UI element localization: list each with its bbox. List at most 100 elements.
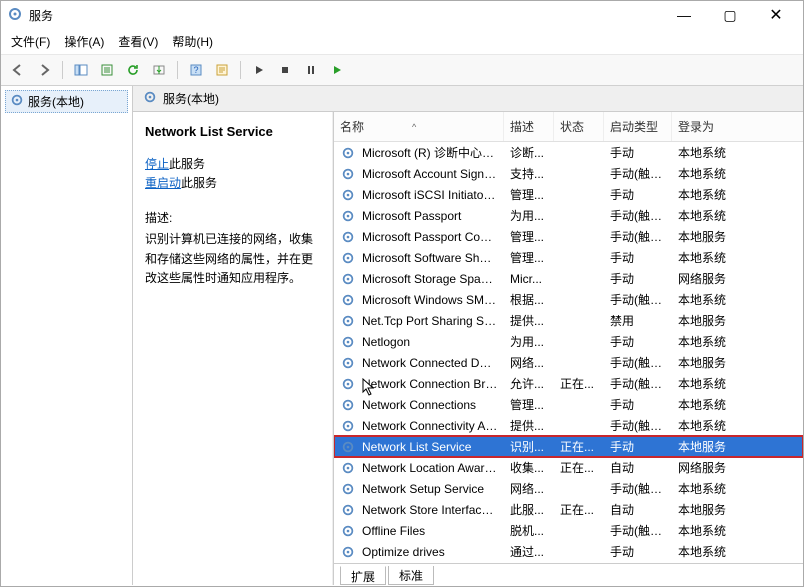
cell-name: Microsoft Windows SMS ... <box>356 293 504 307</box>
tab-standard[interactable]: 标准 <box>388 566 434 585</box>
toolbar-separator <box>177 61 178 79</box>
cell-desc: 通过... <box>504 543 554 560</box>
cell-name: Network Connectivity Ass... <box>356 419 504 433</box>
service-row[interactable]: Network Location Aware...收集...正在...自动网络服… <box>334 457 803 478</box>
service-row[interactable]: Microsoft (R) 诊断中心标...诊断...手动本地系统 <box>334 142 803 163</box>
stop-link[interactable]: 停止 <box>145 157 169 171</box>
cell-desc: 管理... <box>504 228 554 245</box>
cell-start: 手动 <box>604 144 672 161</box>
service-row[interactable]: Network Setup Service网络...手动(触发...本地系统 <box>334 478 803 499</box>
view-tabs: 扩展 标准 <box>334 563 803 585</box>
service-row[interactable]: Net.Tcp Port Sharing Ser...提供...禁用本地服务 <box>334 310 803 331</box>
col-header-status[interactable]: 状态 <box>554 112 604 141</box>
gear-icon <box>334 419 356 433</box>
cell-start: 自动 <box>604 501 672 518</box>
service-row[interactable]: Microsoft Account Sign-i...支持...手动(触发...… <box>334 163 803 184</box>
cell-desc: 脱机... <box>504 522 554 539</box>
restart-link[interactable]: 重启动 <box>145 176 181 190</box>
cell-logon: 本地系统 <box>672 396 738 413</box>
service-row[interactable]: Network Connection Bro...允许...正在...手动(触发… <box>334 373 803 394</box>
properties-button[interactable] <box>211 59 233 81</box>
selected-service-title: Network List Service <box>145 122 320 143</box>
service-row[interactable]: Microsoft Passport Cont...管理...手动(触发...本… <box>334 226 803 247</box>
detail-pane: Network List Service 停止此服务 重启动此服务 描述: 识别… <box>133 112 333 585</box>
cell-logon: 本地系统 <box>672 186 738 203</box>
panel-header: 服务(本地) <box>133 86 803 112</box>
menu-view[interactable]: 查看(V) <box>118 33 158 50</box>
cell-name: Offline Files <box>356 524 504 538</box>
menu-action[interactable]: 操作(A) <box>64 33 104 50</box>
help-button[interactable]: ? <box>185 59 207 81</box>
cell-desc: Micr... <box>504 272 554 286</box>
description-text: 识别计算机已连接的网络，收集和存储这些网络的属性，并在更改这些属性时通知应用程序… <box>145 230 320 288</box>
service-row[interactable]: Network Store Interface ...此服...正在...自动本… <box>334 499 803 520</box>
cell-logon: 本地系统 <box>672 207 738 224</box>
column-headers: 名称^ 描述 状态 启动类型 登录为 <box>334 112 803 142</box>
cell-name: Network List Service <box>356 440 504 454</box>
cell-logon: 本地服务 <box>672 501 738 518</box>
back-button[interactable] <box>7 59 29 81</box>
cell-logon: 本地系统 <box>672 543 738 560</box>
cell-logon: 本地系统 <box>672 144 738 161</box>
maximize-button[interactable]: ▢ <box>707 1 753 29</box>
service-row[interactable]: Network List Service识别...正在...手动本地服务 <box>334 436 803 457</box>
service-row[interactable]: Network Connectivity Ass...提供...手动(触发...… <box>334 415 803 436</box>
service-row[interactable]: Offline Files脱机...手动(触发...本地系统 <box>334 520 803 541</box>
close-button[interactable]: ✕ <box>753 1 799 29</box>
service-row[interactable]: Network Connected Devi...网络...手动(触发...本地… <box>334 352 803 373</box>
restart-service-button[interactable] <box>326 59 348 81</box>
description-label: 描述: <box>145 209 320 228</box>
menu-file[interactable]: 文件(F) <box>11 33 50 50</box>
toolbar-separator <box>240 61 241 79</box>
col-header-desc[interactable]: 描述 <box>504 112 554 141</box>
cell-desc: 管理... <box>504 249 554 266</box>
cell-name: Microsoft Software Shad... <box>356 251 504 265</box>
service-row[interactable]: Microsoft Software Shad...管理...手动本地系统 <box>334 247 803 268</box>
tree-root-services[interactable]: 服务(本地) <box>5 90 128 113</box>
cell-desc: 识别... <box>504 438 554 455</box>
cell-desc: 提供... <box>504 312 554 329</box>
cell-desc: 为用... <box>504 207 554 224</box>
col-header-logon[interactable]: 登录为 <box>672 112 738 141</box>
cell-logon: 本地服务 <box>672 438 738 455</box>
cell-desc: 支持... <box>504 165 554 182</box>
export-list-button[interactable] <box>96 59 118 81</box>
cell-status: 正在... <box>554 438 604 455</box>
pause-service-button[interactable] <box>300 59 322 81</box>
col-header-name[interactable]: 名称^ <box>334 112 504 141</box>
export-button[interactable] <box>148 59 170 81</box>
service-row[interactable]: Network Connections管理...手动本地系统 <box>334 394 803 415</box>
cell-logon: 本地系统 <box>672 375 738 392</box>
cell-name: Microsoft Passport Cont... <box>356 230 504 244</box>
tab-extended[interactable]: 扩展 <box>340 566 386 585</box>
service-row[interactable]: Netlogon为用...手动本地系统 <box>334 331 803 352</box>
panel-header-label: 服务(本地) <box>163 90 219 107</box>
menu-help[interactable]: 帮助(H) <box>172 33 213 50</box>
refresh-button[interactable] <box>122 59 144 81</box>
minimize-button[interactable]: — <box>661 1 707 29</box>
gear-icon <box>334 209 356 223</box>
gear-icon <box>334 524 356 538</box>
service-row[interactable]: Microsoft Passport为用...手动(触发...本地系统 <box>334 205 803 226</box>
cell-start: 手动(触发... <box>604 291 672 308</box>
cell-name: Network Store Interface ... <box>356 503 504 517</box>
stop-service-button[interactable] <box>274 59 296 81</box>
col-header-start[interactable]: 启动类型 <box>604 112 672 141</box>
list-body[interactable]: Microsoft (R) 诊断中心标...诊断...手动本地系统Microso… <box>334 142 803 563</box>
gear-icon <box>334 335 356 349</box>
stop-suffix: 此服务 <box>169 157 205 171</box>
service-row[interactable]: Microsoft Storage Space...Micr...手动网络服务 <box>334 268 803 289</box>
show-hide-tree-button[interactable] <box>70 59 92 81</box>
service-row[interactable]: Microsoft Windows SMS ...根据...手动(触发...本地… <box>334 289 803 310</box>
cell-desc: 收集... <box>504 459 554 476</box>
service-row[interactable]: Optimize drives通过...手动本地系统 <box>334 541 803 562</box>
cell-name: Microsoft Passport <box>356 209 504 223</box>
cell-logon: 网络服务 <box>672 459 738 476</box>
restart-suffix: 此服务 <box>181 176 217 190</box>
cell-name: Microsoft Storage Space... <box>356 272 504 286</box>
start-service-button[interactable] <box>248 59 270 81</box>
service-row[interactable]: Microsoft iSCSI Initiator ...管理...手动本地系统 <box>334 184 803 205</box>
forward-button[interactable] <box>33 59 55 81</box>
gear-icon <box>334 398 356 412</box>
cell-logon: 本地系统 <box>672 249 738 266</box>
